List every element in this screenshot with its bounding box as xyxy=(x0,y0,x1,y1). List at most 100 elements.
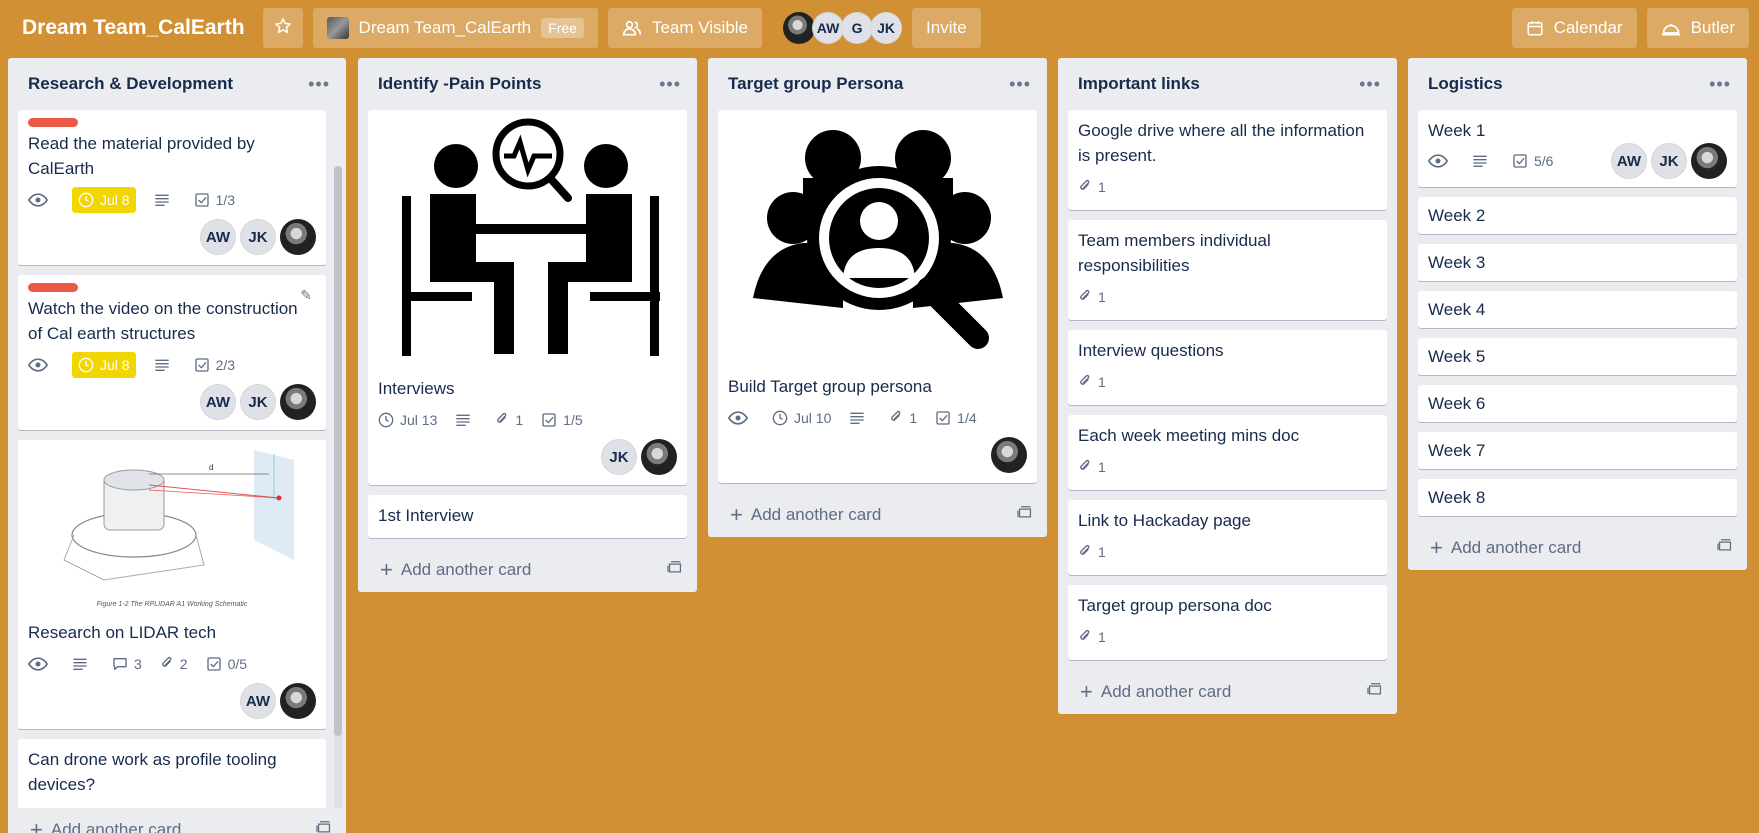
add-card-label: Add another card xyxy=(50,820,182,833)
workspace-button[interactable]: Dream Team_CalEarth Free xyxy=(312,8,598,48)
workspace-badge: Free xyxy=(541,18,584,38)
avatar[interactable]: AW xyxy=(1611,143,1647,179)
list-title[interactable]: Target group Persona xyxy=(728,74,903,94)
list-menu-icon[interactable]: ••• xyxy=(659,74,681,95)
checklist-badge: 2/3 xyxy=(194,352,235,378)
template-icon[interactable] xyxy=(316,820,332,833)
add-card-button[interactable]: + Add another card xyxy=(708,493,1047,537)
card[interactable]: 1st Interview xyxy=(368,495,687,538)
list-menu-icon[interactable]: ••• xyxy=(1709,74,1731,95)
add-card-button[interactable]: + Add another card xyxy=(1058,670,1397,714)
template-icon[interactable] xyxy=(1017,505,1033,525)
due-date-badge[interactable]: Jul 8 xyxy=(72,352,136,378)
avatar[interactable]: AW xyxy=(240,683,276,719)
list-header[interactable]: Important links ••• xyxy=(1058,58,1397,110)
avatar[interactable]: JK xyxy=(240,219,276,255)
avatar[interactable] xyxy=(280,219,316,255)
due-date-badge[interactable]: Jul 10 xyxy=(772,405,831,431)
edit-pencil-icon[interactable]: ✎ xyxy=(300,287,312,304)
avatar[interactable]: JK xyxy=(1651,143,1687,179)
card[interactable]: Week 3 xyxy=(1418,244,1737,281)
list-header[interactable]: Logistics ••• xyxy=(1408,58,1747,110)
card-label[interactable] xyxy=(28,283,78,292)
plus-icon: + xyxy=(1430,535,1443,560)
list-title[interactable]: Research & Development xyxy=(28,74,233,94)
list-header[interactable]: Research & Development ••• xyxy=(8,58,346,110)
avatar[interactable]: JK xyxy=(601,439,637,475)
list-menu-icon[interactable]: ••• xyxy=(1009,74,1031,95)
avatar[interactable] xyxy=(280,384,316,420)
scrollbar-thumb[interactable] xyxy=(334,166,342,736)
avatar[interactable]: JK xyxy=(870,12,903,44)
plus-icon: + xyxy=(730,502,743,527)
card[interactable]: Week 7 xyxy=(1418,432,1737,469)
card[interactable]: Week 8 xyxy=(1418,479,1737,516)
card[interactable]: Link to Hackaday page 1 xyxy=(1068,500,1387,575)
card-title: Read the material provided by CalEarth xyxy=(28,134,255,178)
list-logistics: Logistics ••• Week 1 5/6 AW JK Week 2 We… xyxy=(1408,58,1747,570)
card[interactable]: Interviews Jul 13 1 1/5 JK xyxy=(368,110,687,485)
card[interactable]: Week 4 xyxy=(1418,291,1737,328)
template-icon[interactable] xyxy=(1717,538,1733,558)
watch-icon xyxy=(28,651,54,677)
card[interactable]: Build Target group persona Jul 10 1 1/4 xyxy=(718,110,1037,483)
card[interactable]: Week 2 xyxy=(1418,197,1737,234)
card-title: Each week meeting mins doc xyxy=(1078,426,1300,445)
card[interactable]: Target group persona doc 1 xyxy=(1068,585,1387,660)
add-card-button[interactable]: + Add another card xyxy=(8,808,346,833)
card[interactable]: Team members individual responsibilities… xyxy=(1068,220,1387,320)
avatar[interactable] xyxy=(641,439,677,475)
card[interactable]: Each week meeting mins doc 1 xyxy=(1068,415,1387,490)
attachment-badge: 1 xyxy=(1078,624,1106,650)
plus-icon: + xyxy=(30,817,43,833)
card[interactable]: Can drone work as profile tooling device… xyxy=(18,739,326,817)
calendar-button[interactable]: Calendar xyxy=(1511,8,1637,48)
avatar[interactable] xyxy=(280,683,316,719)
avatar[interactable]: AW xyxy=(812,12,845,44)
star-icon xyxy=(274,17,292,40)
due-date-badge[interactable]: Jul 13 xyxy=(378,407,437,433)
card[interactable]: Week 5 xyxy=(1418,338,1737,375)
card[interactable]: ✎ Watch the video on the construction of… xyxy=(18,275,326,430)
avatar[interactable]: AW xyxy=(200,384,236,420)
avatar[interactable] xyxy=(783,12,816,44)
card-label[interactable] xyxy=(28,118,78,127)
avatar[interactable]: AW xyxy=(200,219,236,255)
list-menu-icon[interactable]: ••• xyxy=(1359,74,1381,95)
card[interactable]: Google drive where all the information i… xyxy=(1068,110,1387,210)
card[interactable]: Week 6 xyxy=(1418,385,1737,422)
list-title[interactable]: Logistics xyxy=(1428,74,1503,94)
template-icon[interactable] xyxy=(1367,682,1383,702)
card-title: Build Target group persona xyxy=(728,377,932,396)
avatar[interactable] xyxy=(991,437,1027,473)
list-menu-icon[interactable]: ••• xyxy=(308,74,330,95)
watch-icon xyxy=(28,187,54,213)
star-button[interactable] xyxy=(262,8,303,48)
card[interactable]: Interview questions 1 xyxy=(1068,330,1387,405)
list-title[interactable]: Important links xyxy=(1078,74,1200,94)
card[interactable]: d Figure 1-2 The RPLIDAR A1 Working Sche… xyxy=(18,440,326,729)
board-title[interactable]: Dream Team_CalEarth xyxy=(22,16,245,40)
attachment-count: 1 xyxy=(1098,289,1106,305)
list-header[interactable]: Target group Persona ••• xyxy=(708,58,1047,110)
workspace-name: Dream Team_CalEarth xyxy=(358,18,532,37)
add-card-button[interactable]: + Add another card xyxy=(358,548,697,592)
visibility-button[interactable]: Team Visible xyxy=(607,8,763,48)
due-date-badge[interactable]: Jul 8 xyxy=(72,187,136,213)
list-header[interactable]: Identify -Pain Points ••• xyxy=(358,58,697,110)
add-card-button[interactable]: + Add another card xyxy=(1408,526,1747,570)
card[interactable]: Read the material provided by CalEarth J… xyxy=(18,110,326,265)
template-icon[interactable] xyxy=(667,560,683,580)
avatar[interactable]: JK xyxy=(240,384,276,420)
attachment-count: 1 xyxy=(909,410,918,426)
checklist-count: 1/5 xyxy=(563,412,583,428)
butler-button[interactable]: Butler xyxy=(1646,8,1749,48)
list-title[interactable]: Identify -Pain Points xyxy=(378,74,541,94)
card[interactable]: Week 1 5/6 AW JK xyxy=(1418,110,1737,187)
avatar[interactable]: G xyxy=(841,12,874,44)
calendar-icon xyxy=(1526,19,1544,37)
list-important-links: Important links ••• Google drive where a… xyxy=(1058,58,1397,714)
invite-button[interactable]: Invite xyxy=(912,8,981,48)
attachment-count: 1 xyxy=(1098,459,1106,475)
avatar[interactable] xyxy=(1691,143,1727,179)
